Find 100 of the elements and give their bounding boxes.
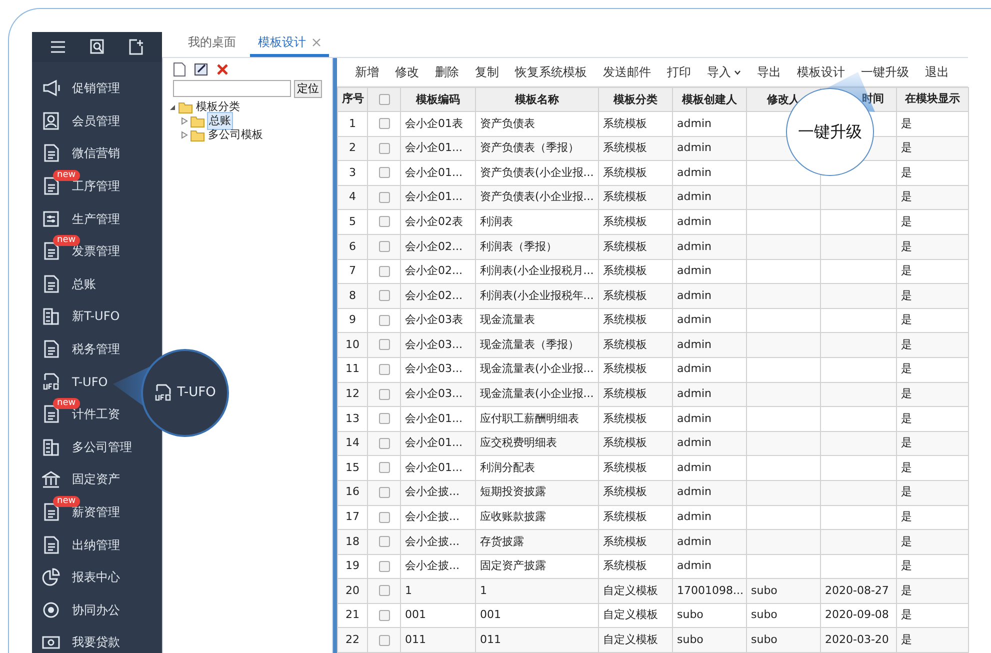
toolbar-button[interactable]: 修改 bbox=[387, 63, 427, 81]
search-field[interactable] bbox=[173, 80, 291, 97]
sliders-icon[interactable] bbox=[42, 210, 60, 228]
row-checkbox[interactable] bbox=[378, 462, 390, 474]
table-cell: admin bbox=[672, 382, 746, 407]
toolbar-button[interactable]: 导入 bbox=[699, 63, 749, 81]
sidebar-item[interactable]: 促销管理 bbox=[72, 79, 120, 98]
table-cell: 会小企01... bbox=[400, 456, 476, 480]
row-checkbox[interactable] bbox=[378, 536, 390, 548]
sidebar-item[interactable]: 固定资产 bbox=[72, 470, 120, 488]
row-checkbox[interactable] bbox=[378, 413, 390, 424]
table-cell: 利润表（季报） bbox=[476, 234, 598, 260]
table-cell: 是 bbox=[896, 480, 968, 505]
tab[interactable]: 我的桌面 bbox=[180, 33, 244, 57]
sidebar-item[interactable]: 报表中心 bbox=[72, 568, 120, 586]
new-file-icon[interactable] bbox=[173, 62, 186, 76]
add-icon[interactable] bbox=[128, 39, 144, 55]
row-checkbox[interactable] bbox=[378, 314, 390, 326]
table-cell: 应交税费明细表 bbox=[476, 431, 598, 456]
sidebar-item[interactable]: 新T-UFO bbox=[72, 307, 120, 326]
row-checkbox[interactable] bbox=[378, 512, 390, 523]
sidebar-item[interactable]: 生产管理 bbox=[72, 210, 120, 228]
ufo-document-icon[interactable] bbox=[42, 372, 60, 391]
row-checkbox[interactable] bbox=[378, 585, 390, 596]
toolbar-button[interactable]: 打印 bbox=[659, 63, 699, 81]
select-all-checkbox[interactable] bbox=[378, 94, 390, 106]
toolbar-button[interactable]: 退出 bbox=[917, 63, 957, 81]
row-checkbox[interactable] bbox=[378, 118, 390, 130]
row-checkbox[interactable] bbox=[378, 290, 390, 302]
sidebar-item[interactable]: 总账 bbox=[72, 274, 96, 293]
column-header: 模板分类 bbox=[598, 88, 672, 112]
table-cell: 5 bbox=[338, 210, 368, 234]
row-checkbox[interactable] bbox=[378, 364, 390, 375]
table-cell: 系统模板 bbox=[598, 382, 672, 407]
table-cell: 011 bbox=[476, 628, 598, 653]
row-checkbox[interactable] bbox=[378, 216, 390, 228]
document-icon[interactable] bbox=[42, 242, 60, 260]
row-checkbox[interactable] bbox=[378, 486, 390, 498]
search-icon[interactable] bbox=[88, 39, 105, 55]
toolbar-button[interactable]: 恢复系统模板 bbox=[507, 63, 595, 81]
row-checkbox[interactable] bbox=[378, 241, 390, 252]
building-icon[interactable] bbox=[42, 438, 60, 456]
close-icon[interactable] bbox=[312, 38, 321, 46]
pie-chart-icon[interactable] bbox=[42, 568, 60, 586]
row-checkbox[interactable] bbox=[378, 388, 390, 400]
building-icon[interactable] bbox=[42, 307, 60, 326]
menu-icon[interactable] bbox=[50, 40, 66, 54]
document-icon[interactable] bbox=[42, 405, 60, 424]
sidebar-item[interactable]: 多公司管理 bbox=[72, 438, 132, 456]
tree-item[interactable]: 总账 bbox=[207, 112, 233, 130]
table-cell: admin bbox=[672, 456, 746, 480]
collapsed-arrow-icon[interactable] bbox=[181, 117, 188, 125]
toolbar-button[interactable]: 发送邮件 bbox=[595, 63, 659, 81]
collapsed-arrow-icon[interactable] bbox=[181, 131, 188, 139]
table-cell: admin bbox=[672, 431, 746, 456]
row-checkbox[interactable] bbox=[378, 142, 390, 154]
document-icon[interactable] bbox=[42, 340, 60, 358]
edit-icon[interactable] bbox=[194, 62, 208, 76]
sidebar-item[interactable]: T-UFO bbox=[72, 372, 108, 391]
row-checkbox[interactable] bbox=[378, 438, 390, 449]
document-icon[interactable] bbox=[42, 536, 60, 554]
table-cell: 现金流量表(小企业报... bbox=[476, 382, 598, 407]
table-cell: subo bbox=[672, 628, 746, 653]
toolbar-button[interactable]: 复制 bbox=[467, 63, 507, 81]
sidebar-item[interactable]: 我要贷款 bbox=[72, 633, 120, 652]
tab[interactable]: 模板设计 bbox=[250, 33, 329, 57]
row-checkbox[interactable] bbox=[378, 560, 390, 572]
sidebar-item[interactable]: 税务管理 bbox=[72, 340, 120, 358]
row-checkbox[interactable] bbox=[378, 634, 390, 646]
table-cell: 系统模板 bbox=[598, 456, 672, 480]
table-cell: 是 bbox=[896, 234, 968, 260]
delete-icon[interactable] bbox=[216, 62, 229, 76]
row-checkbox[interactable] bbox=[378, 266, 390, 277]
document-icon[interactable] bbox=[42, 177, 60, 196]
sidebar-item[interactable]: 微信营销 bbox=[72, 144, 120, 162]
expanded-arrow-icon[interactable] bbox=[169, 104, 176, 110]
table-cell: 会小企披... bbox=[400, 480, 476, 505]
row-checkbox[interactable] bbox=[378, 167, 390, 178]
sidebar-item[interactable]: 出纳管理 bbox=[72, 536, 120, 554]
sidebar-item[interactable]: 会员管理 bbox=[72, 112, 120, 130]
table-cell: 系统模板 bbox=[598, 234, 672, 260]
document-icon[interactable] bbox=[42, 274, 60, 293]
document-icon[interactable] bbox=[42, 503, 60, 522]
sidebar-item[interactable]: 协同办公 bbox=[72, 600, 120, 619]
locate-button[interactable]: 定位 bbox=[294, 80, 322, 98]
row-checkbox[interactable] bbox=[378, 192, 390, 203]
target-icon[interactable] bbox=[42, 600, 60, 619]
table-cell: 是 bbox=[896, 160, 968, 186]
new-badge: new bbox=[53, 496, 80, 507]
megaphone-icon[interactable] bbox=[42, 79, 60, 98]
person-card-icon[interactable] bbox=[42, 112, 60, 130]
table-cell: 系统模板 bbox=[598, 357, 672, 382]
bank-icon[interactable] bbox=[42, 470, 60, 488]
row-checkbox[interactable] bbox=[378, 339, 390, 350]
row-checkbox[interactable] bbox=[378, 610, 390, 621]
table-cell: 会小企01... bbox=[400, 160, 476, 186]
toolbar-button[interactable]: 新增 bbox=[347, 63, 387, 81]
document-icon[interactable] bbox=[42, 144, 60, 162]
toolbar-button[interactable]: 导出 bbox=[749, 63, 789, 81]
toolbar-button[interactable]: 删除 bbox=[427, 63, 467, 81]
